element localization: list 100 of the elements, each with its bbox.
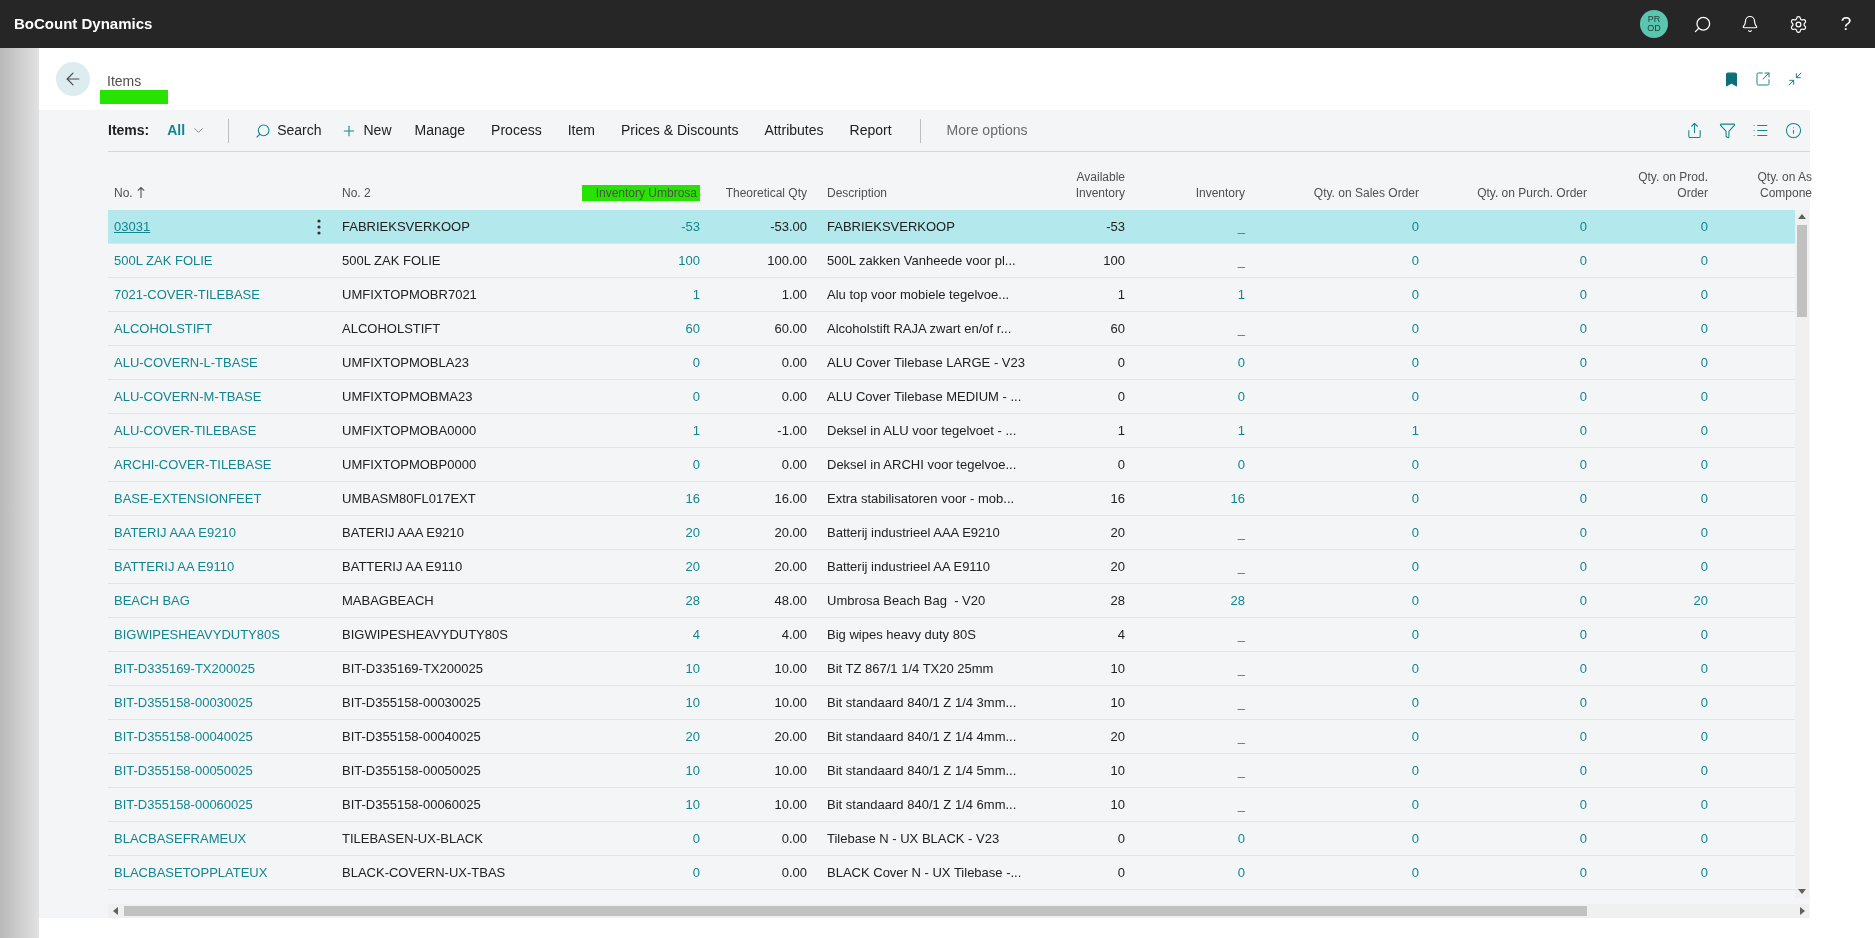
drilldown-value[interactable]: 0 (1700, 863, 1708, 882)
drilldown-value[interactable]: 0 (1700, 523, 1708, 542)
scroll-right-icon[interactable] (1799, 907, 1805, 915)
menu-action[interactable]: Report (836, 114, 905, 147)
drilldown-value[interactable]: 0 (1411, 863, 1419, 882)
drilldown-value[interactable]: 0 (1579, 523, 1587, 542)
view-dropdown[interactable]: All (161, 115, 213, 146)
drilldown-value[interactable]: 0 (1237, 829, 1245, 848)
drilldown-value[interactable]: -53 (681, 217, 700, 236)
drilldown-value[interactable]: 0 (1579, 591, 1587, 610)
drilldown-value[interactable]: 1 (1411, 421, 1419, 440)
drilldown-value[interactable]: 0 (1237, 455, 1245, 474)
column-header[interactable]: No. (114, 185, 133, 201)
drilldown-value[interactable]: 0 (1579, 795, 1587, 814)
scroll-down-icon[interactable] (1798, 889, 1806, 894)
drilldown-value[interactable]: 0 (1411, 727, 1419, 746)
menu-action[interactable]: Prices & Discounts (607, 114, 752, 147)
table-row[interactable]: 03031 FABRIEKSVERKOOP -53 -53.00 FABRIEKSVERKOOP -53 _ 0 0 0 (108, 210, 1795, 244)
more-options-button[interactable]: More options (933, 114, 1041, 147)
item-link[interactable]: BATTERIJ AA E9110 (114, 557, 235, 576)
drilldown-value[interactable]: 0 (1700, 319, 1708, 338)
item-link[interactable]: BIGWIPESHEAVYDUTY80S (114, 625, 280, 644)
drilldown-value[interactable]: 0 (1700, 285, 1708, 304)
drilldown-value[interactable]: 0 (1700, 761, 1708, 780)
drilldown-value[interactable]: 0 (1700, 829, 1708, 848)
scroll-left-icon[interactable] (112, 907, 118, 915)
column-header[interactable]: Inventory Umbrosa (581, 185, 700, 201)
drilldown-value[interactable]: 0 (1411, 455, 1419, 474)
item-link[interactable]: 7021-COVER-TILEBASE (114, 285, 260, 304)
drilldown-value[interactable]: 0 (1700, 659, 1708, 678)
item-link[interactable]: BIT-D355158-00060025 (114, 795, 253, 814)
drilldown-value[interactable]: 0 (1411, 319, 1419, 338)
drilldown-value[interactable]: 0 (1579, 251, 1587, 270)
drilldown-value[interactable]: 1 (1237, 421, 1245, 440)
item-link[interactable]: ARCHI-COVER-TILEBASE (114, 455, 272, 474)
menu-action[interactable]: Attributes (751, 114, 837, 147)
drilldown-value[interactable]: 1 (1237, 285, 1245, 304)
drilldown-value[interactable]: 0 (1579, 693, 1587, 712)
drilldown-value[interactable]: 10 (685, 795, 700, 814)
drilldown-value[interactable]: 1 (692, 285, 700, 304)
item-link[interactable]: ALU-COVER-TILEBASE (114, 421, 257, 440)
drilldown-value[interactable]: 0 (1411, 659, 1419, 678)
item-link[interactable]: ALCOHOLSTIFT (114, 319, 213, 338)
item-link[interactable]: BLACBASETOPPLATEUX (114, 863, 268, 882)
drilldown-value[interactable]: _ (1237, 625, 1245, 644)
column-header[interactable]: Available Inventory (1063, 169, 1125, 201)
horizontal-scrollbar[interactable] (108, 904, 1809, 918)
new-action[interactable]: New (331, 114, 402, 147)
drilldown-value[interactable]: 0 (1579, 489, 1587, 508)
drilldown-value[interactable]: 0 (1700, 727, 1708, 746)
drilldown-value[interactable]: 0 (1411, 625, 1419, 644)
drilldown-value[interactable]: 0 (692, 455, 700, 474)
drilldown-value[interactable]: 20 (685, 523, 700, 542)
column-header[interactable]: No. 2 (342, 185, 371, 201)
drilldown-value[interactable]: _ (1237, 727, 1245, 746)
item-link[interactable]: BIT-D355158-00030025 (114, 693, 253, 712)
column-header[interactable]: Qty. on As Compone (1750, 169, 1812, 201)
item-link[interactable]: BASE-EXTENSIONFEET (114, 489, 262, 508)
drilldown-value[interactable]: 16 (685, 489, 700, 508)
item-link[interactable]: BATERIJ AAA E9210 (114, 523, 236, 542)
help-button[interactable]: ? (1822, 0, 1870, 48)
drilldown-value[interactable]: 0 (1579, 285, 1587, 304)
drilldown-value[interactable]: 0 (1700, 455, 1708, 474)
back-button[interactable] (56, 62, 90, 96)
drilldown-value[interactable]: 0 (1700, 557, 1708, 576)
drilldown-value[interactable]: 0 (692, 387, 700, 406)
drilldown-value[interactable]: 0 (1700, 489, 1708, 508)
drilldown-value[interactable]: 0 (692, 829, 700, 848)
drilldown-value[interactable]: _ (1237, 319, 1245, 338)
drilldown-value[interactable]: 0 (1700, 217, 1708, 236)
drilldown-value[interactable]: 0 (1411, 557, 1419, 576)
more-icon[interactable] (317, 218, 321, 235)
drilldown-value[interactable]: 0 (1579, 659, 1587, 678)
drilldown-value[interactable]: 0 (1237, 387, 1245, 406)
drilldown-value[interactable]: _ (1237, 523, 1245, 542)
drilldown-value[interactable]: 0 (1411, 285, 1419, 304)
drilldown-value[interactable]: _ (1237, 761, 1245, 780)
drilldown-value[interactable]: 10 (685, 693, 700, 712)
search-action[interactable]: Search (245, 114, 332, 147)
drilldown-value[interactable]: 60 (685, 319, 700, 338)
drilldown-value[interactable]: 20 (685, 557, 700, 576)
drilldown-value[interactable]: 28 (1230, 591, 1245, 610)
item-link[interactable]: ALU-COVERN-L-TBASE (114, 353, 258, 372)
drilldown-value[interactable]: 0 (1411, 251, 1419, 270)
drilldown-value[interactable]: 0 (1411, 489, 1419, 508)
drilldown-value[interactable]: 0 (1700, 795, 1708, 814)
drilldown-value[interactable]: _ (1237, 693, 1245, 712)
drilldown-value[interactable]: 0 (1700, 353, 1708, 372)
drilldown-value[interactable]: 0 (1700, 625, 1708, 644)
drilldown-value[interactable]: 0 (1237, 863, 1245, 882)
drilldown-value[interactable]: 0 (1579, 727, 1587, 746)
drilldown-value[interactable]: 0 (1579, 353, 1587, 372)
drilldown-value[interactable]: 0 (1579, 625, 1587, 644)
drilldown-value[interactable]: 0 (1579, 863, 1587, 882)
environment-avatar[interactable]: PROD (1640, 10, 1668, 38)
drilldown-value[interactable]: 0 (692, 863, 700, 882)
drilldown-value[interactable]: 0 (1579, 421, 1587, 440)
column-header[interactable]: Qty. on Purch. Order (1477, 185, 1587, 201)
column-header[interactable]: Description (827, 185, 888, 201)
column-header[interactable]: Qty. on Sales Order (1313, 185, 1419, 201)
